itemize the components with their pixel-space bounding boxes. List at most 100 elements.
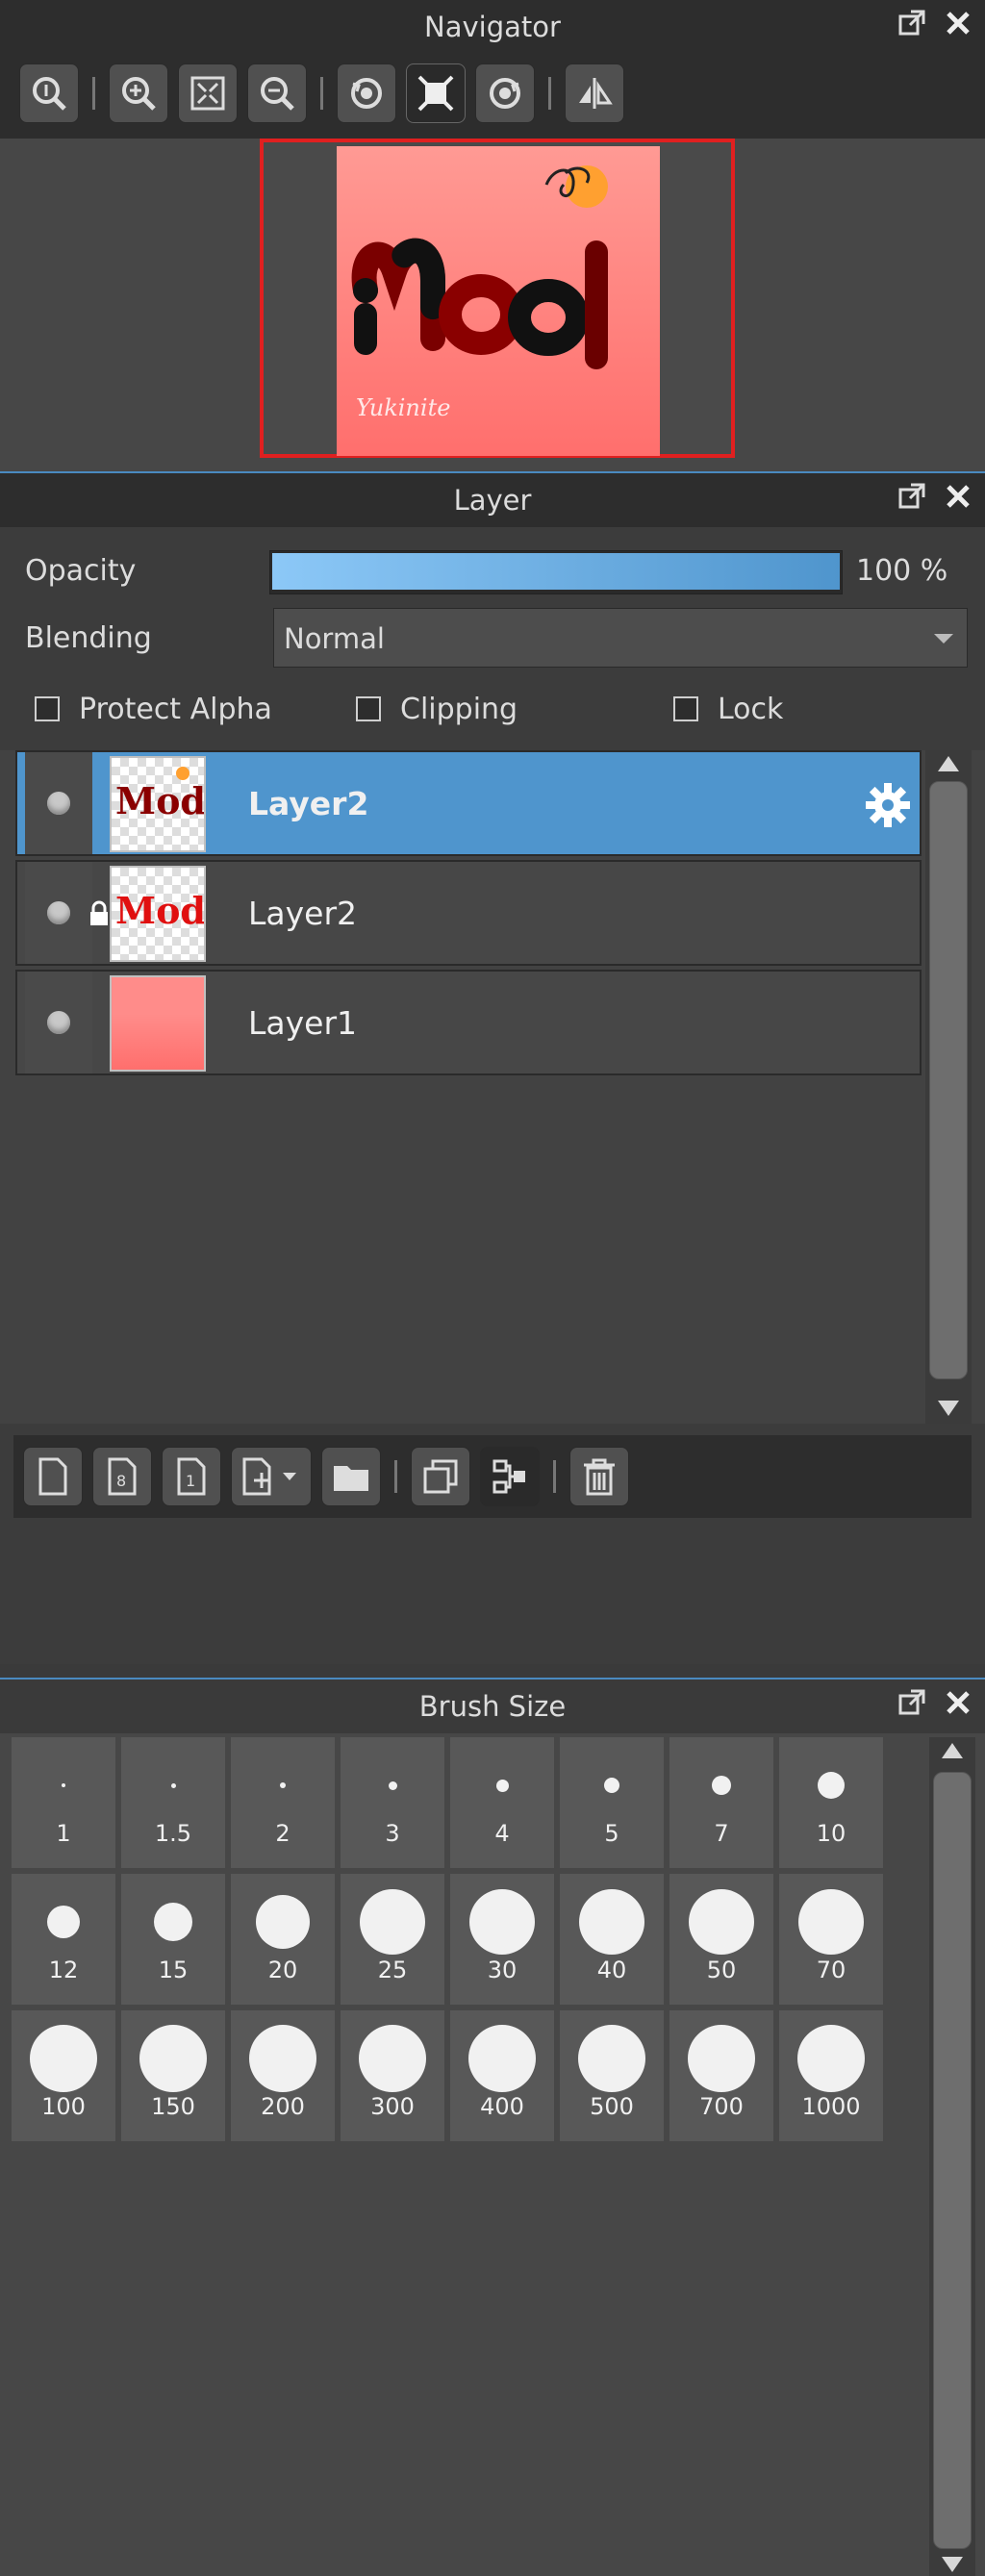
brush-size-item[interactable]: 15 xyxy=(121,1874,225,2005)
zoom-in-icon[interactable] xyxy=(109,63,168,123)
brush-size-item[interactable]: 40 xyxy=(560,1874,664,2005)
protect-alpha-checkbox[interactable] xyxy=(35,696,60,721)
opacity-slider-fill xyxy=(272,553,840,590)
opacity-slider[interactable] xyxy=(269,550,843,594)
layer-name[interactable]: Layer2 xyxy=(248,785,368,822)
lock-checkbox[interactable] xyxy=(673,696,698,721)
duplicate-layer-icon[interactable] xyxy=(411,1447,470,1506)
new-layer-icon[interactable] xyxy=(23,1447,83,1506)
reset-view-icon[interactable] xyxy=(406,63,466,123)
brush-size-label: 12 xyxy=(48,1957,79,1983)
fit-icon[interactable] xyxy=(178,63,238,123)
brush-preview-dot xyxy=(256,1895,310,1949)
folder-icon[interactable] xyxy=(321,1447,381,1506)
brush-preview-dot xyxy=(495,1779,509,1792)
scroll-thumb[interactable] xyxy=(929,781,968,1379)
brush-size-label: 10 xyxy=(816,1820,846,1847)
brush-preview-dot xyxy=(604,1778,619,1793)
visibility-toggle[interactable] xyxy=(25,862,92,964)
brush-size-titlebar: Brush Size xyxy=(0,1678,985,1733)
brush-preview-dot xyxy=(388,1780,397,1790)
brush-size-item[interactable]: 50 xyxy=(669,1874,773,2005)
brush-size-item[interactable]: 700 xyxy=(669,2010,773,2141)
brush-size-item[interactable]: 100 xyxy=(12,2010,115,2141)
brush-size-item[interactable]: 1.5 xyxy=(121,1737,225,1868)
rotate-left-icon[interactable] xyxy=(337,63,396,123)
clipping-label: Clipping xyxy=(400,693,518,726)
brush-size-item[interactable]: 400 xyxy=(450,2010,554,2141)
gear-icon[interactable] xyxy=(864,781,912,829)
undock-icon[interactable] xyxy=(897,1687,927,1718)
clipping-checkbox[interactable] xyxy=(356,696,381,721)
layer-row[interactable]: Mod Layer2 xyxy=(15,750,922,856)
brush-size-grid: 1 1.5 2 3 4 5 7 10 12 15 20 25 30 40 50 70 100 150 200 300 4… xyxy=(0,1737,923,2141)
brush-size-item[interactable]: 300 xyxy=(341,2010,444,2141)
opacity-label: Opacity xyxy=(25,554,137,588)
new-1bit-layer-icon[interactable]: 1 xyxy=(162,1447,221,1506)
trash-icon[interactable] xyxy=(569,1447,629,1506)
layer-scrollbar[interactable] xyxy=(925,750,972,1424)
brush-size-item[interactable]: 20 xyxy=(231,1874,335,2005)
close-icon[interactable] xyxy=(943,8,973,38)
zoom-out-icon[interactable] xyxy=(247,63,307,123)
brush-size-item[interactable]: 7 xyxy=(669,1737,773,1868)
layer-row[interactable]: Layer1 xyxy=(15,970,922,1075)
brush-size-label: 5 xyxy=(604,1820,619,1847)
svg-text:1: 1 xyxy=(186,1472,195,1490)
flip-icon[interactable] xyxy=(565,63,624,123)
lock-icon xyxy=(88,900,110,931)
visibility-toggle[interactable] xyxy=(25,752,92,854)
brush-size-item[interactable]: 5 xyxy=(560,1737,664,1868)
navigator-title: Navigator xyxy=(424,11,561,43)
brush-size-item[interactable]: 25 xyxy=(341,1874,444,2005)
brush-preview-dot xyxy=(280,1782,286,1788)
brush-size-label: 1.5 xyxy=(154,1820,192,1847)
layer-row[interactable]: Mod Layer2 xyxy=(15,860,922,966)
brush-size-item[interactable]: 3 xyxy=(341,1737,444,1868)
new-8bit-layer-icon[interactable]: 8 xyxy=(92,1447,152,1506)
brush-size-item[interactable]: 12 xyxy=(12,1874,115,2005)
scroll-thumb[interactable] xyxy=(933,1772,972,2549)
zoom-actual-icon[interactable] xyxy=(19,63,79,123)
layer-name[interactable]: Layer1 xyxy=(248,1004,357,1042)
add-layer-menu-icon[interactable] xyxy=(231,1447,312,1506)
brush-size-title: Brush Size xyxy=(418,1690,567,1723)
brush-size-item[interactable]: 10 xyxy=(779,1737,883,1868)
undock-icon[interactable] xyxy=(897,8,927,38)
brush-size-item[interactable]: 1000 xyxy=(779,2010,883,2141)
scroll-up-icon[interactable] xyxy=(942,1743,963,1758)
brush-preview-dot xyxy=(689,1889,754,1955)
brush-size-item[interactable]: 200 xyxy=(231,2010,335,2141)
close-icon[interactable] xyxy=(943,481,973,512)
scroll-down-icon[interactable] xyxy=(942,2557,963,2572)
lock-label: Lock xyxy=(718,693,784,726)
brush-size-item[interactable]: 70 xyxy=(779,1874,883,2005)
brush-preview-dot xyxy=(170,1782,176,1788)
blending-select[interactable]: Normal xyxy=(273,608,968,668)
brush-size-item[interactable]: 150 xyxy=(121,2010,225,2141)
undock-icon[interactable] xyxy=(897,481,927,512)
merge-down-icon[interactable] xyxy=(480,1447,540,1506)
brush-size-item[interactable]: 4 xyxy=(450,1737,554,1868)
brush-preview-dot xyxy=(30,2025,97,2092)
brush-size-label: 50 xyxy=(706,1957,737,1983)
svg-text:8: 8 xyxy=(116,1472,126,1490)
brush-size-item[interactable]: 500 xyxy=(560,2010,664,2141)
brush-scrollbar[interactable] xyxy=(929,1737,975,2576)
brush-size-label: 3 xyxy=(385,1820,400,1847)
brush-size-item[interactable]: 2 xyxy=(231,1737,335,1868)
close-icon[interactable] xyxy=(943,1687,973,1718)
brush-size-label: 100 xyxy=(41,2093,86,2120)
layer-name[interactable]: Layer2 xyxy=(248,895,357,932)
svg-text:Yukinite: Yukinite xyxy=(356,394,450,421)
brush-size-item[interactable]: 30 xyxy=(450,1874,554,2005)
visibility-toggle[interactable] xyxy=(25,972,92,1073)
svg-text:Mod: Mod xyxy=(115,779,204,822)
blending-label: Blending xyxy=(25,621,152,655)
navigator-preview[interactable]: Yukinite xyxy=(260,139,735,458)
rotate-right-icon[interactable] xyxy=(475,63,535,123)
scroll-up-icon[interactable] xyxy=(938,756,959,771)
brush-size-item[interactable]: 1 xyxy=(12,1737,115,1868)
brush-size-label: 30 xyxy=(487,1957,518,1983)
scroll-down-icon[interactable] xyxy=(938,1401,959,1416)
